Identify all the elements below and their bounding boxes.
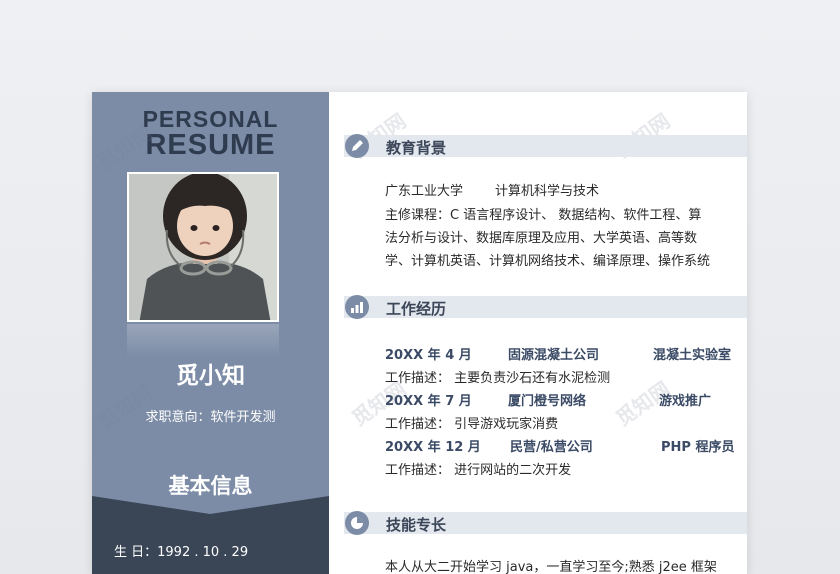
education-courses-line: 主修课程：C 语言程序设计、 数据结构、软件工程、算: [385, 208, 702, 223]
education-courses-line: 学、计算机英语、计算机网络技术、编译原理、操作系统: [385, 254, 711, 269]
skills-heading: 技能专长: [386, 516, 447, 534]
job-date: 20XX 年 7 月: [385, 394, 472, 409]
skills-text: 本人从大二开始学习 java，一直学习至今;熟悉 j2ee 框架: [385, 560, 717, 574]
job-role: PHP 程序员: [661, 440, 735, 455]
birth-date: 生 日：1992 . 10 . 29: [114, 545, 249, 560]
pie-chart-icon: [345, 511, 369, 535]
job-date: 20XX 年 4 月: [385, 348, 472, 363]
child-portrait-image: [129, 174, 277, 320]
work-heading: 工作经历: [386, 300, 447, 318]
profile-photo: [127, 172, 279, 322]
bar-chart-icon: [345, 295, 369, 319]
job-role: 游戏推广: [659, 394, 712, 409]
education-major: 计算机科学与技术: [495, 184, 600, 199]
job-company: 厦门橙号网络: [508, 394, 587, 409]
education-heading: 教育背景: [386, 139, 447, 157]
education-courses-line: 法分析与设计、数据库原理及应用、大学英语、高等数: [385, 231, 698, 246]
job-company: 民营/私营公司: [510, 440, 593, 455]
resume-sidebar: PERSONAL RESUME 觅小知 求职意向：软件开发测 基本信息 生 日：…: [92, 92, 329, 574]
job-description: 工作描述： 引导游戏玩家消费: [385, 417, 559, 432]
candidate-name: 觅小知: [176, 363, 245, 389]
job-role: 混凝土实验室: [653, 348, 732, 363]
job-date: 20XX 年 12 月: [385, 440, 481, 455]
job-company: 固源混凝土公司: [508, 348, 600, 363]
job-description: 工作描述： 进行网站的二次开发: [385, 463, 572, 478]
job-description: 工作描述： 主要负责沙石还有水泥检测: [385, 371, 611, 386]
basic-info-band: [92, 496, 329, 574]
pencil-icon: [345, 134, 369, 158]
photo-reflection: [127, 324, 279, 358]
education-school: 广东工业大学: [385, 184, 464, 199]
job-intent: 求职意向：软件开发测: [145, 410, 276, 425]
resume-sheet: PERSONAL RESUME 觅小知 求职意向：软件开发测 基本信息 生 日：…: [92, 92, 747, 574]
resume-title-resume: RESUME: [145, 129, 276, 161]
